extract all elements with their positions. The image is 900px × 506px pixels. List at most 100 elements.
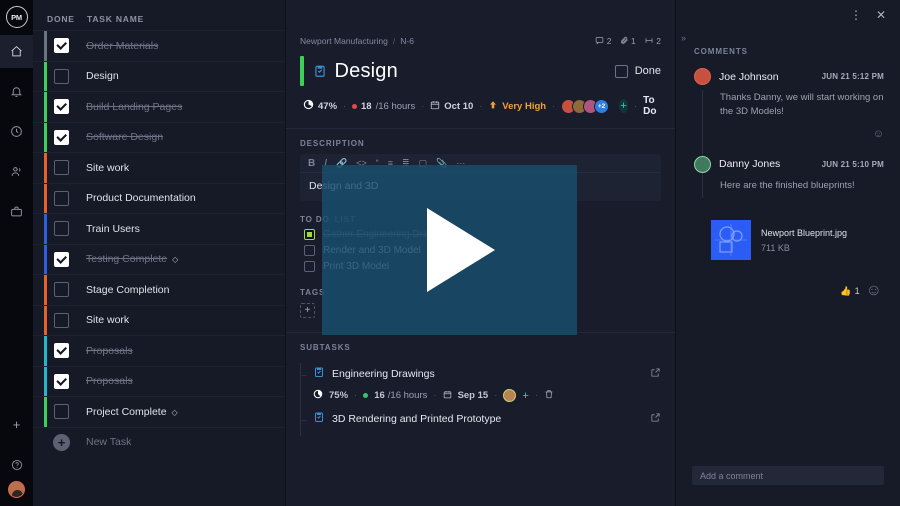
app-logo[interactable]: PM bbox=[5, 6, 28, 28]
subtask-title-row[interactable]: Engineering Drawings bbox=[313, 361, 661, 387]
video-play-overlay[interactable] bbox=[322, 165, 577, 335]
status-badge[interactable]: To Do bbox=[643, 95, 661, 117]
task-done-checkbox[interactable] bbox=[54, 251, 69, 267]
task-done-checkbox[interactable] bbox=[54, 282, 69, 298]
task-done-checkbox[interactable] bbox=[54, 38, 69, 54]
comment-header: Joe Johnson JUN 21 5:12 PM bbox=[694, 68, 884, 85]
task-row[interactable]: Project Complete ◇ bbox=[33, 396, 285, 427]
rail-item-home[interactable] bbox=[0, 35, 33, 68]
task-row[interactable]: Order Materials bbox=[33, 30, 285, 61]
task-done-checkbox[interactable] bbox=[54, 221, 69, 237]
done-checkbox[interactable] bbox=[614, 64, 628, 78]
todo-checkbox[interactable] bbox=[304, 261, 315, 272]
plus-icon: + bbox=[12, 417, 21, 432]
todo-checkbox[interactable] bbox=[304, 229, 315, 240]
chevron-right-icon[interactable]: » bbox=[681, 33, 686, 43]
breadcrumb-code[interactable]: N-6 bbox=[400, 36, 414, 46]
task-row[interactable]: Product Documentation bbox=[33, 182, 285, 213]
assignee-avatars[interactable]: +2 bbox=[561, 98, 610, 114]
add-reaction-icon[interactable]: ☺ bbox=[694, 119, 884, 140]
task-row[interactable]: Proposals bbox=[33, 365, 285, 396]
subtask-title-row[interactable]: 3D Rendering and Printed Prototype bbox=[313, 406, 661, 432]
reaction-badge[interactable]: 👍 1 bbox=[840, 286, 859, 297]
task-done-toggle[interactable]: Done bbox=[614, 64, 661, 78]
open-external-icon[interactable] bbox=[650, 365, 661, 383]
task-done-checkbox[interactable] bbox=[54, 99, 69, 115]
rail-item-time[interactable] bbox=[0, 115, 33, 148]
attachment-count[interactable]: 1 bbox=[620, 36, 636, 47]
rail-item-portfolio[interactable] bbox=[0, 195, 33, 228]
add-tag-button[interactable]: + bbox=[300, 303, 315, 318]
add-reaction-icon[interactable]: ☺ bbox=[866, 282, 882, 300]
task-name: Build Landing Pages bbox=[86, 100, 183, 113]
rail-item-add[interactable]: + bbox=[0, 408, 33, 441]
milestone-icon: ◇ bbox=[172, 255, 179, 265]
attachment-name: Newport Blueprint.jpg bbox=[761, 227, 848, 238]
task-row[interactable]: Build Landing Pages bbox=[33, 91, 285, 122]
breadcrumb-project[interactable]: Newport Manufacturing bbox=[300, 36, 388, 46]
task-done-checkbox[interactable] bbox=[54, 160, 69, 176]
todo-checkbox[interactable] bbox=[304, 245, 315, 256]
task-row[interactable]: Site work bbox=[33, 304, 285, 335]
rail-item-team[interactable] bbox=[0, 155, 33, 188]
task-row[interactable]: Testing Complete ◇ bbox=[33, 243, 285, 274]
avatar[interactable] bbox=[694, 68, 711, 85]
progress-indicator[interactable]: 47% bbox=[303, 99, 337, 113]
user-avatar[interactable] bbox=[8, 481, 25, 498]
add-assignee-button[interactable]: + bbox=[522, 390, 528, 402]
reaction-count: 1 bbox=[854, 286, 860, 297]
task-row[interactable]: Stage Completion bbox=[33, 274, 285, 305]
rail-item-help[interactable] bbox=[0, 448, 33, 481]
task-row[interactable]: Site work bbox=[33, 152, 285, 183]
column-header-task-name: TASK NAME bbox=[87, 14, 145, 24]
comment: Joe Johnson JUN 21 5:12 PM Thanks Danny, w… bbox=[694, 68, 884, 140]
new-task-label: New Task bbox=[86, 436, 132, 449]
subtask-item[interactable]: 3D Rendering and Printed Prototype bbox=[313, 406, 661, 432]
play-icon[interactable] bbox=[426, 208, 495, 292]
due-date[interactable]: Oct 10 bbox=[430, 100, 473, 113]
home-icon bbox=[10, 45, 23, 58]
bell-icon bbox=[10, 85, 23, 98]
task-done-checkbox[interactable] bbox=[54, 404, 69, 420]
task-color-stripe bbox=[44, 31, 47, 61]
comments-list: Joe Johnson JUN 21 5:12 PM Thanks Danny, w… bbox=[676, 56, 900, 198]
task-row[interactable]: Proposals bbox=[33, 335, 285, 366]
subtask-type-icon bbox=[313, 410, 325, 428]
task-done-checkbox[interactable] bbox=[54, 373, 69, 389]
task-done-checkbox[interactable] bbox=[54, 68, 69, 84]
kebab-menu-icon[interactable]: ⋮ bbox=[850, 9, 862, 21]
task-row[interactable]: Design bbox=[33, 60, 285, 91]
progress-ring-icon bbox=[303, 99, 314, 113]
task-name: Proposals bbox=[86, 375, 133, 388]
task-done-checkbox[interactable] bbox=[54, 312, 69, 328]
rail-item-notifications[interactable] bbox=[0, 75, 33, 108]
avatar[interactable] bbox=[503, 389, 517, 402]
task-done-checkbox[interactable] bbox=[54, 190, 69, 206]
attachment-thumbnail[interactable] bbox=[711, 220, 751, 261]
detail-counters: 2 1 2 bbox=[595, 36, 661, 47]
comment-count[interactable]: 2 bbox=[595, 36, 612, 47]
task-name: Order Materials bbox=[86, 39, 159, 52]
open-external-icon[interactable] bbox=[650, 410, 661, 428]
subtask-count[interactable]: 2 bbox=[644, 36, 661, 47]
subtask-item[interactable]: Engineering Drawings 75% · 16/16 hours · Sep … bbox=[313, 361, 661, 406]
add-task-icon[interactable]: + bbox=[53, 433, 70, 451]
subtask-progress: 75% bbox=[329, 390, 349, 401]
add-comment-input[interactable]: Add a comment bbox=[692, 466, 884, 485]
task-done-checkbox[interactable] bbox=[54, 343, 69, 359]
breadcrumb-separator: / bbox=[392, 36, 396, 46]
avatar-overflow-badge[interactable]: +2 bbox=[594, 98, 610, 114]
priority-indicator[interactable]: Very High bbox=[488, 100, 546, 113]
task-row[interactable]: Train Users bbox=[33, 213, 285, 244]
new-task-row[interactable]: + New Task bbox=[33, 426, 285, 458]
delete-icon[interactable] bbox=[544, 389, 554, 402]
bold-button[interactable]: B bbox=[308, 158, 315, 169]
close-icon[interactable]: ✕ bbox=[876, 9, 886, 21]
task-done-checkbox[interactable] bbox=[54, 129, 69, 145]
hours-indicator[interactable]: 18/16 hours bbox=[352, 101, 415, 112]
attachment-item[interactable]: Newport Blueprint.jpg 711 KB bbox=[676, 208, 900, 261]
avatar[interactable] bbox=[694, 155, 711, 173]
attachment-size: 711 KB bbox=[761, 242, 790, 253]
task-row[interactable]: Software Design bbox=[33, 121, 285, 152]
add-assignee-button[interactable]: + bbox=[619, 99, 629, 113]
